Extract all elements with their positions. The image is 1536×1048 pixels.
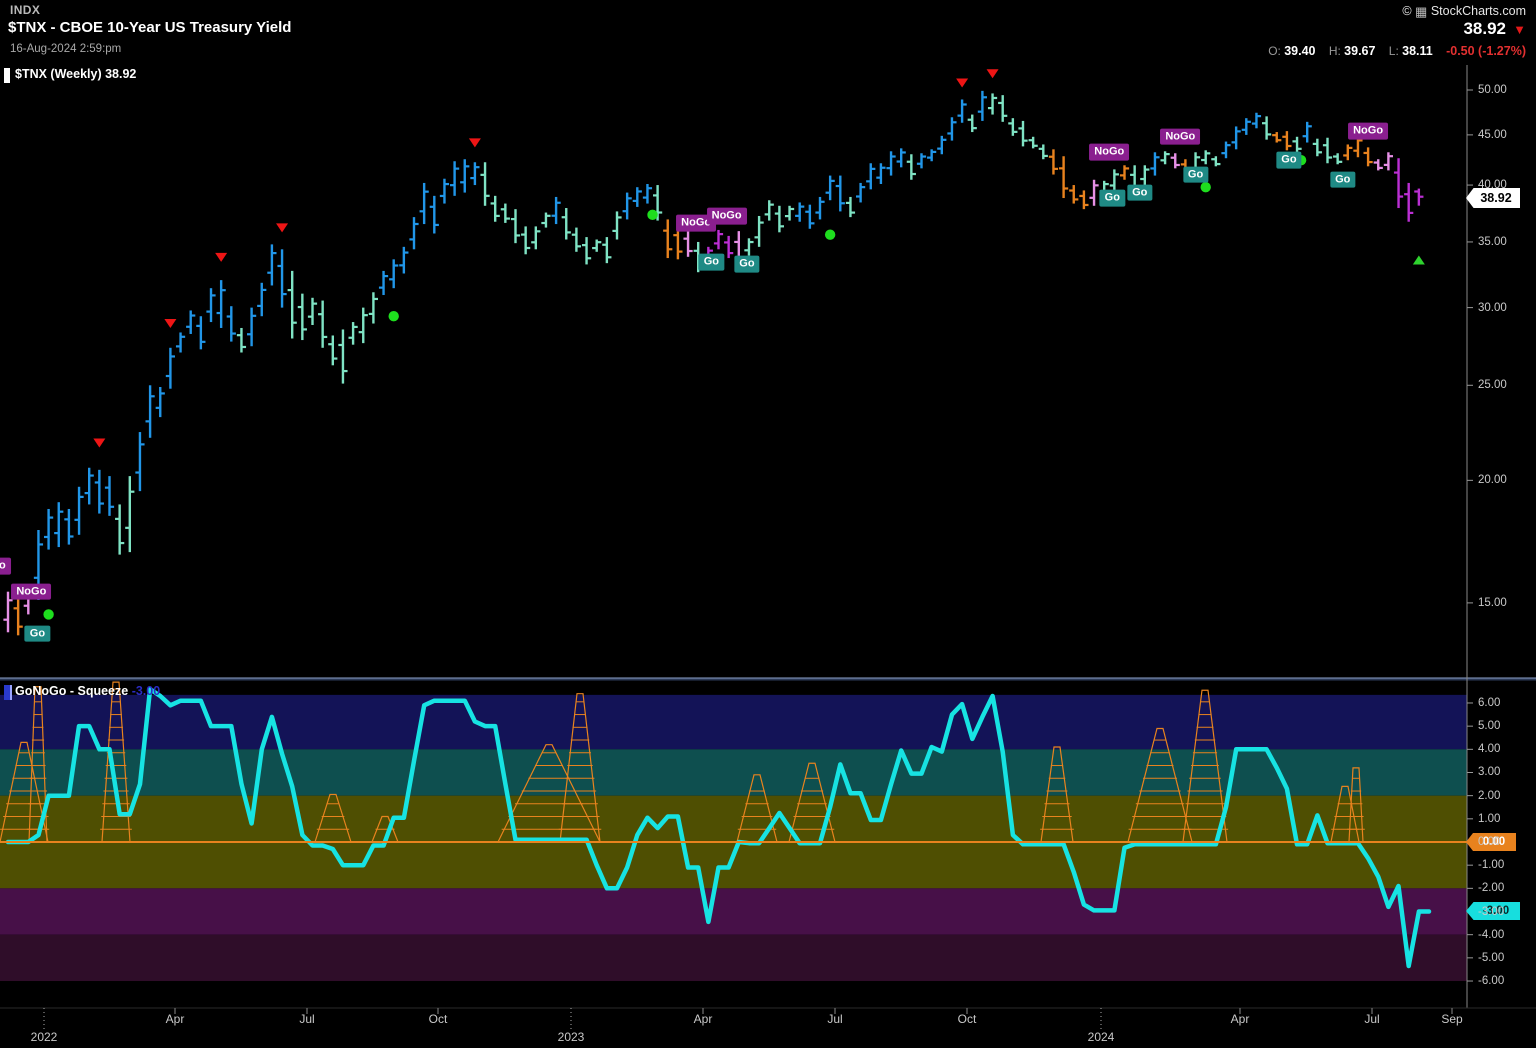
squeeze-y-tick-label: 2.00: [1478, 790, 1500, 802]
go-trend-dot: [389, 311, 399, 321]
stockcharts-grid-icon: ▦: [1415, 4, 1427, 20]
go-label-badge: Go: [734, 256, 759, 273]
main-y-tick-label: 45.00: [1478, 129, 1507, 141]
squeeze-band: [0, 935, 1467, 981]
low-label: L:: [1389, 44, 1399, 58]
nogo-label-badge: NoGo: [707, 208, 747, 225]
last-price: 38.92: [1463, 19, 1506, 39]
squeeze-band: [0, 888, 1467, 934]
page-title: $TNX - CBOE 10-Year US Treasury Yield: [8, 19, 291, 36]
nogo-signal-triangle-icon: [93, 439, 105, 448]
stockcharts-logo[interactable]: © ▦ StockCharts.com: [1402, 3, 1526, 19]
squeeze-panel-label[interactable]: GoNoGo - Squeeze -3.00: [15, 684, 160, 698]
ohlc-readout: O: 39.40 H: 39.67 L: 38.11 -0.50 (-1.27%…: [1268, 44, 1526, 58]
high-label: H:: [1329, 44, 1341, 58]
stockcharts-logo-text: StockCharts.com: [1431, 4, 1526, 18]
main-y-tick-label: 30.00: [1478, 302, 1507, 314]
x-axis-month-label: Jul: [827, 1012, 842, 1026]
squeeze-y-tick-label: -1.00: [1478, 859, 1504, 871]
squeeze-y-tick-label: -5.00: [1478, 952, 1504, 964]
nogo-label-badge: NoGo: [11, 583, 51, 600]
x-axis-month-label: Jul: [1364, 1012, 1379, 1026]
nogo-label-badge: NoGo: [0, 558, 11, 575]
squeeze-y-tick-label: -4.00: [1478, 929, 1504, 941]
x-axis-month-label: Apr: [694, 1012, 713, 1026]
go-trend-dot: [647, 210, 657, 220]
x-axis-year-label: 2024: [1088, 1030, 1115, 1044]
stockcharts-chart-window: INDX $TNX - CBOE 10-Year US Treasury Yie…: [0, 0, 1536, 1048]
go-trend-dot: [43, 609, 53, 619]
main-y-tick-label: 40.00: [1478, 179, 1507, 191]
squeeze-current-value: -3.00: [132, 684, 161, 698]
go-label-badge: Go: [1183, 166, 1208, 183]
x-axis-month-label: Apr: [166, 1012, 185, 1026]
go-trend-dot: [825, 230, 835, 240]
go-label-badge: Go: [1330, 171, 1355, 188]
squeeze-y-tick-label: 5.00: [1478, 720, 1500, 732]
squeeze-y-tick-label: -6.00: [1478, 975, 1504, 987]
nogo-signal-triangle-icon: [469, 138, 481, 147]
squeeze-y-tick-label: 0.00: [1478, 836, 1500, 848]
squeeze-panel-title: GoNoGo - Squeeze: [15, 684, 128, 698]
x-axis-month-label: Sep: [1441, 1012, 1462, 1026]
x-axis-month-label: Oct: [958, 1012, 977, 1026]
high-value: 39.67: [1344, 44, 1375, 58]
nogo-signal-triangle-icon: [987, 69, 999, 78]
main-y-tick-label: 25.00: [1478, 379, 1507, 391]
squeeze-band: [0, 695, 1467, 749]
chart-canvas: [0, 0, 1536, 1048]
x-axis-month-label: Oct: [429, 1012, 448, 1026]
x-axis-month-label: Apr: [1231, 1012, 1250, 1026]
x-axis-year-label: 2022: [31, 1030, 58, 1044]
open-value: 39.40: [1284, 44, 1315, 58]
x-axis-month-label: Jul: [299, 1012, 314, 1026]
nogo-signal-triangle-icon: [276, 223, 288, 232]
go-label-badge: Go: [1127, 184, 1152, 201]
go-label-badge: Go: [1100, 190, 1125, 207]
exchange-label: INDX: [10, 3, 40, 17]
nogo-label-badge: NoGo: [1348, 123, 1388, 140]
x-axis-year-label: 2023: [558, 1030, 585, 1044]
main-y-tick-label: 35.00: [1478, 236, 1507, 248]
squeeze-y-tick-label: 1.00: [1478, 813, 1500, 825]
nogo-signal-triangle-icon: [215, 253, 227, 262]
nogo-label-badge: NoGo: [1160, 128, 1200, 145]
go-signal-triangle-icon: [1413, 256, 1425, 265]
squeeze-y-tick-label: 3.00: [1478, 766, 1500, 778]
squeeze-y-tick-label: 6.00: [1478, 697, 1500, 709]
squeeze-band: [0, 749, 1467, 795]
squeeze-y-tick-label: -3.00: [1478, 906, 1504, 918]
nogo-signal-triangle-icon: [164, 319, 176, 328]
main-y-tick-label: 15.00: [1478, 597, 1507, 609]
low-value: 38.11: [1402, 44, 1433, 58]
price-panel-legend-icon[interactable]: [4, 68, 10, 83]
squeeze-y-tick-label: 4.00: [1478, 743, 1500, 755]
chart-timestamp: 16-Aug-2024 2:59:pm: [10, 43, 121, 55]
open-label: O:: [1268, 44, 1281, 58]
squeeze-y-tick-label: -2.00: [1478, 882, 1504, 894]
go-label-badge: Go: [1276, 152, 1301, 169]
main-y-tick-label: 20.00: [1478, 474, 1507, 486]
change-value: -0.50 (-1.27%): [1446, 44, 1526, 58]
price-down-triangle-icon: ▼: [1513, 22, 1526, 37]
go-trend-dot: [1201, 182, 1211, 192]
go-label-badge: Go: [25, 625, 50, 642]
price-panel-label[interactable]: $TNX (Weekly) 38.92: [15, 67, 136, 81]
nogo-signal-triangle-icon: [956, 78, 968, 87]
nogo-label-badge: NoGo: [1089, 144, 1129, 161]
go-label-badge: Go: [699, 254, 724, 271]
copyright-symbol: ©: [1402, 4, 1411, 18]
main-y-tick-label: 50.00: [1478, 84, 1507, 96]
squeeze-panel-legend-icon[interactable]: [4, 685, 12, 700]
